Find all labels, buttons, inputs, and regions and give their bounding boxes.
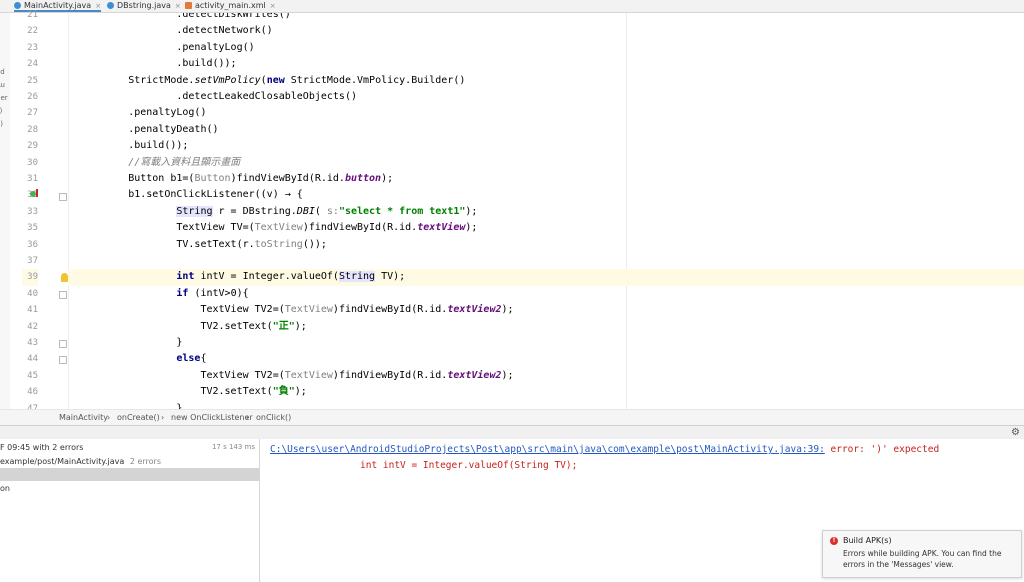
build-tree-panel: F 09:45 with 2 errors 17 s 143 ms exampl… xyxy=(0,439,260,582)
line-number: 25 xyxy=(27,75,38,86)
gear-icon[interactable]: ⚙ xyxy=(1011,426,1020,439)
breadcrumb-item[interactable]: onClick() xyxy=(256,413,291,422)
xml-icon xyxy=(185,2,192,9)
line-number: 41 xyxy=(27,305,38,316)
breadcrumb-separator: › xyxy=(161,413,165,422)
build-tool-window-header: ⚙ xyxy=(0,425,1024,440)
line-number: 37 xyxy=(27,256,38,266)
line-number: 40 xyxy=(27,288,38,299)
error-code-line: int intV = Integer.valueOf(String TV); xyxy=(360,460,578,471)
close-icon[interactable]: × xyxy=(270,2,276,10)
line-number: 36 xyxy=(27,239,38,250)
class-icon xyxy=(107,2,114,9)
code-line: //寫載入資料且顯示畫面 xyxy=(128,156,241,168)
code-line: TextView TV2=(TextView)findViewById(R.id… xyxy=(68,369,514,381)
code-line: .detectDiskWrites() xyxy=(68,13,291,20)
build-status-line[interactable]: F 09:45 with 2 errors xyxy=(0,443,83,452)
code-line: } xyxy=(68,337,183,348)
line-number: 33 xyxy=(27,206,38,217)
line-number: 44 xyxy=(27,354,38,365)
code-line: b1.setOnClickListener((v) → { xyxy=(68,189,303,201)
line-number: 21 xyxy=(27,10,38,20)
line-number: 22 xyxy=(27,26,38,37)
code-line: .detectNetwork() xyxy=(68,25,273,37)
breadcrumb-item[interactable]: MainActivity xyxy=(59,413,108,422)
breadcrumb-separator: › xyxy=(246,413,250,422)
code-line: TV2.setText("正"); xyxy=(68,320,307,332)
code-line: String r = DBstring.DBI( s:"select * fro… xyxy=(176,205,478,217)
tab-activity-main[interactable]: activity_main.xml × xyxy=(185,0,276,12)
code-editor[interactable]: .detectDiskWrites() .detectNetwork() .pe… xyxy=(68,13,1024,409)
line-number: 29 xyxy=(27,141,38,152)
code-line: .penaltyDeath() xyxy=(68,123,219,135)
line-number: 45 xyxy=(27,370,38,381)
code-line: TextView TV2=(TextView)findViewById(R.id… xyxy=(68,304,514,316)
editor-tab-bar: MainActivity.java × DBstring.java × activi… xyxy=(0,0,1024,13)
code-line: TV.setText(r.toString()); xyxy=(68,238,327,250)
fold-icon[interactable] xyxy=(59,291,67,299)
line-number: 31 xyxy=(27,174,38,184)
build-notification[interactable]: ! Build APK(s) Errors while building APK… xyxy=(822,530,1022,578)
code-line: Button b1=(Button)findViewById(R.id.butt… xyxy=(68,173,394,184)
line-number: 35 xyxy=(27,223,38,234)
code-line: } xyxy=(68,402,183,409)
notification-title: Build APK(s) xyxy=(843,536,892,545)
close-icon[interactable]: × xyxy=(95,2,101,10)
class-icon xyxy=(14,2,21,9)
fold-icon[interactable] xyxy=(59,193,67,201)
build-duration: 17 s 143 ms xyxy=(211,443,255,451)
editor-gutter: 21 22 23 24 25 26 27 28 29 30 31 32 33 3… xyxy=(10,10,69,414)
breakpoint-arrow-icon xyxy=(36,189,38,197)
line-number: 27 xyxy=(27,108,38,119)
code-line: StrictMode.setVmPolicy(new StrictMode.Vm… xyxy=(68,74,466,86)
line-number: 26 xyxy=(27,92,38,102)
notification-body-line: Errors while building APK. You can find … xyxy=(843,549,1002,558)
error-file-link[interactable]: C:\Users\user\AndroidStudioProjects\Post… xyxy=(270,444,825,455)
intention-bulb-icon[interactable] xyxy=(61,273,68,282)
code-line: TextView TV=(TextView)findViewById(R.id.… xyxy=(68,222,478,234)
error-text: error: ')' expected xyxy=(824,444,940,455)
line-number: 42 xyxy=(27,321,38,332)
tab-dbstring[interactable]: DBstring.java × xyxy=(107,0,181,12)
breadcrumb-separator: › xyxy=(107,413,111,422)
line-number: 43 xyxy=(27,338,38,348)
line-number: 30 xyxy=(27,157,38,168)
line-number: 28 xyxy=(27,124,38,135)
breadcrumb: MainActivity › onCreate() › new OnClickL… xyxy=(0,409,1024,426)
error-item-row[interactable]: on xyxy=(0,484,10,493)
code-line: TV2.setText("負"); xyxy=(68,386,307,398)
line-number: 39 xyxy=(22,269,38,286)
error-file-row[interactable]: example/post/MainActivity.java 2 errors xyxy=(0,457,161,466)
fold-icon[interactable] xyxy=(59,340,67,348)
close-icon[interactable]: × xyxy=(175,2,181,10)
code-line: .penaltyLog() xyxy=(68,107,207,119)
line-number: 46 xyxy=(27,387,38,398)
fold-icon[interactable] xyxy=(59,356,67,364)
code-line: .detectLeakedClosableObjects() xyxy=(68,91,357,102)
code-line: .build()); xyxy=(68,140,189,152)
code-line: if (intV>0){ xyxy=(176,287,249,299)
notification-body-line: errors in the 'Messages' view. xyxy=(843,560,954,569)
line-number: 23 xyxy=(27,42,38,53)
selected-error-row[interactable] xyxy=(0,468,259,481)
code-line: .build()); xyxy=(68,58,237,70)
breadcrumb-item[interactable]: new OnClickListener xyxy=(171,413,253,422)
code-line: .penaltyLog() xyxy=(68,41,255,53)
code-line: else{ xyxy=(176,353,207,365)
error-icon: ! xyxy=(830,537,838,545)
line-number: 24 xyxy=(27,59,38,70)
error-message-line: C:\Users\user\AndroidStudioProjects\Post… xyxy=(270,444,939,455)
code-line-current: int intV = Integer.valueOf(String TV); xyxy=(68,269,1024,286)
project-panel-edge: ad Ru per s) o) xyxy=(0,13,10,409)
breadcrumb-item[interactable]: onCreate() xyxy=(117,413,160,422)
